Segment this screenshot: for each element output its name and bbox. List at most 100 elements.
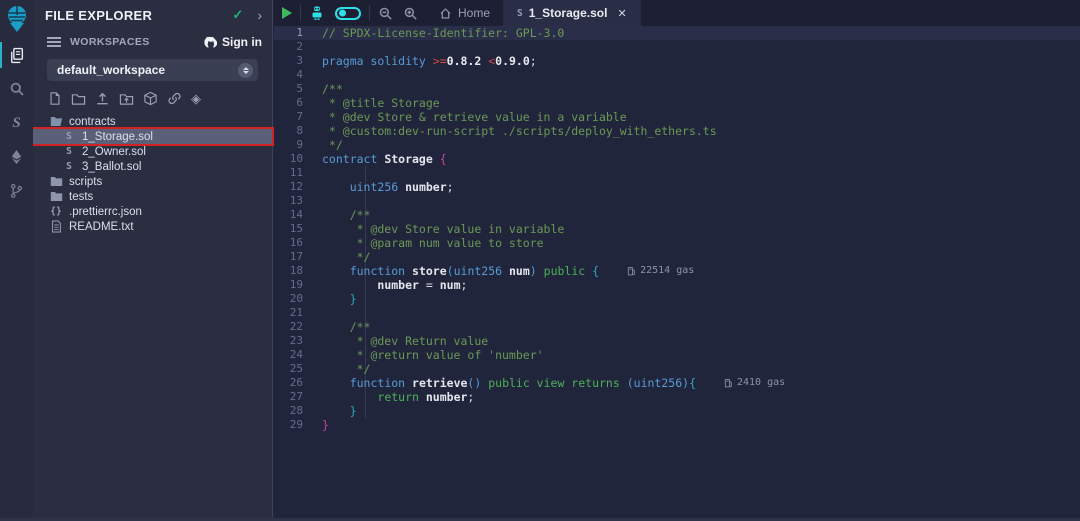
code-line[interactable]: 4 (274, 68, 1080, 82)
ipfs-cube-icon[interactable] (143, 91, 158, 106)
code-line[interactable]: 13 (274, 194, 1080, 208)
line-number[interactable]: 2 (274, 40, 318, 54)
line-number[interactable]: 8 (274, 124, 318, 138)
file-label: 1_Storage.sol (82, 131, 153, 143)
ai-assistant-icon[interactable] (309, 5, 325, 21)
search-icon[interactable] (0, 72, 33, 106)
line-number[interactable]: 25 (274, 362, 318, 376)
line-number[interactable]: 20 (274, 292, 318, 306)
chevron-right-icon[interactable]: › (257, 8, 262, 22)
code-line[interactable]: 11 (274, 166, 1080, 180)
workspace-select[interactable]: default_workspace (47, 59, 258, 81)
line-number[interactable]: 19 (274, 278, 318, 292)
tree-item-3-ballot-sol[interactable]: S 3_Ballot.sol (33, 159, 272, 174)
file-explorer-panel: FILE EXPLORER ✓ › WORKSPACES Sign in def… (33, 0, 273, 521)
code-line[interactable]: 18 function store(uint256 num) public {2… (274, 264, 1080, 278)
git-icon[interactable] (0, 174, 33, 208)
ai-copilot-toggle[interactable] (335, 7, 361, 20)
code-line[interactable]: 10contract Storage { (274, 152, 1080, 166)
code-line[interactable]: 29} (274, 418, 1080, 432)
line-number[interactable]: 16 (274, 236, 318, 250)
new-folder-icon[interactable] (71, 92, 86, 106)
line-number[interactable]: 3 (274, 54, 318, 68)
line-number[interactable]: 15 (274, 222, 318, 236)
code-line[interactable]: 1// SPDX-License-Identifier: GPL-3.0 (274, 26, 1080, 40)
tab-home[interactable]: Home (426, 0, 504, 26)
line-number[interactable]: 13 (274, 194, 318, 208)
tree-item-tests[interactable]: tests (33, 189, 272, 204)
upload-folder-icon[interactable] (119, 92, 134, 106)
code-line[interactable]: 14 /** (274, 208, 1080, 222)
tree-item-contracts[interactable]: contracts (33, 114, 272, 129)
zoom-out-icon[interactable] (378, 6, 393, 21)
line-number[interactable]: 24 (274, 348, 318, 362)
tree-item-1-storage-sol[interactable]: S 1_Storage.sol (33, 129, 272, 144)
check-icon[interactable]: ✓ (232, 7, 243, 23)
deploy-run-icon[interactable] (0, 140, 33, 174)
line-number[interactable]: 4 (274, 68, 318, 82)
line-number[interactable]: 12 (274, 180, 318, 194)
code-line[interactable]: 27 return number; (274, 390, 1080, 404)
file-label: contracts (69, 116, 116, 128)
folder-open-icon (49, 116, 63, 127)
code-line[interactable]: 24 * @return value of 'number' (274, 348, 1080, 362)
tree-item-prettierrc-json[interactable]: {} .prettierrc.json (33, 204, 272, 219)
code-line[interactable]: 21 (274, 306, 1080, 320)
code-line[interactable]: 8 * @custom:dev-run-script ./scripts/dep… (274, 124, 1080, 138)
code-line[interactable]: 22 /** (274, 320, 1080, 334)
sign-in-button[interactable]: Sign in (203, 35, 262, 49)
tree-item-scripts[interactable]: scripts (33, 174, 272, 189)
line-number[interactable]: 7 (274, 110, 318, 124)
zoom-in-icon[interactable] (403, 6, 418, 21)
code-line[interactable]: 15 * @dev Store value in variable (274, 222, 1080, 236)
line-number[interactable]: 26 (274, 376, 318, 390)
code-line[interactable]: 9 */ (274, 138, 1080, 152)
tab-1-storage-sol[interactable]: S 1_Storage.sol ✕ (504, 0, 641, 26)
code-line[interactable]: 17 */ (274, 250, 1080, 264)
workspaces-menu-icon[interactable] (47, 35, 61, 49)
line-number[interactable]: 23 (274, 334, 318, 348)
code-line[interactable]: 16 * @param num value to store (274, 236, 1080, 250)
code-line[interactable]: 12 uint256 number; (274, 180, 1080, 194)
code-line[interactable]: 23 * @dev Return value (274, 334, 1080, 348)
code-line[interactable]: 28 } (274, 404, 1080, 418)
solidity-compiler-icon[interactable]: S (0, 106, 33, 140)
code-line[interactable]: 20 } (274, 292, 1080, 306)
new-file-icon[interactable] (48, 91, 62, 106)
line-number[interactable]: 29 (274, 418, 318, 432)
tree-item-readme-txt[interactable]: README.txt (33, 219, 272, 234)
line-number[interactable]: 1 (274, 26, 318, 40)
line-number[interactable]: 6 (274, 96, 318, 110)
line-number[interactable]: 22 (274, 320, 318, 334)
upload-file-icon[interactable] (95, 91, 110, 106)
code-line[interactable]: 3 pragma solidity >=0.8.2 <0.9.0; (274, 54, 1080, 68)
line-number[interactable]: 14 (274, 208, 318, 222)
line-number[interactable]: 11 (274, 166, 318, 180)
code-line[interactable]: 2 (274, 40, 1080, 54)
line-number[interactable]: 28 (274, 404, 318, 418)
line-number[interactable]: 18 (274, 264, 318, 278)
line-number[interactable]: 5 (274, 82, 318, 96)
line-number[interactable]: 27 (274, 390, 318, 404)
code-text: pragma solidity >=0.8.2 <0.9.0; (322, 54, 537, 68)
remix-logo-icon[interactable] (0, 0, 33, 38)
activity-bar: S (0, 0, 33, 521)
code-line[interactable]: 25 */ (274, 362, 1080, 376)
close-tab-icon[interactable]: ✕ (617, 7, 626, 20)
code-editor[interactable]: 1// SPDX-License-Identifier: GPL-3.023pr… (274, 26, 1080, 521)
tree-item-2-owner-sol[interactable]: S 2_Owner.sol (33, 144, 272, 159)
code-line[interactable]: 7 * @dev Store & retrieve value in a var… (274, 110, 1080, 124)
code-line[interactable]: 6 * @title Storage (274, 96, 1080, 110)
code-line[interactable]: 26 function retrieve() public view retur… (274, 376, 1080, 390)
code-line[interactable]: 19 number = num; (274, 278, 1080, 292)
run-script-button[interactable] (282, 7, 292, 19)
line-number[interactable]: 10 (274, 152, 318, 166)
file-explorer-icon[interactable] (0, 38, 33, 72)
import-url-icon[interactable] (167, 91, 182, 106)
line-number[interactable]: 17 (274, 250, 318, 264)
code-line[interactable]: 5/** (274, 82, 1080, 96)
line-number[interactable]: 9 (274, 138, 318, 152)
gist-icon[interactable]: ◈ (191, 92, 201, 105)
code-text: * @dev Store & retrieve value in a varia… (322, 110, 627, 124)
line-number[interactable]: 21 (274, 306, 318, 320)
